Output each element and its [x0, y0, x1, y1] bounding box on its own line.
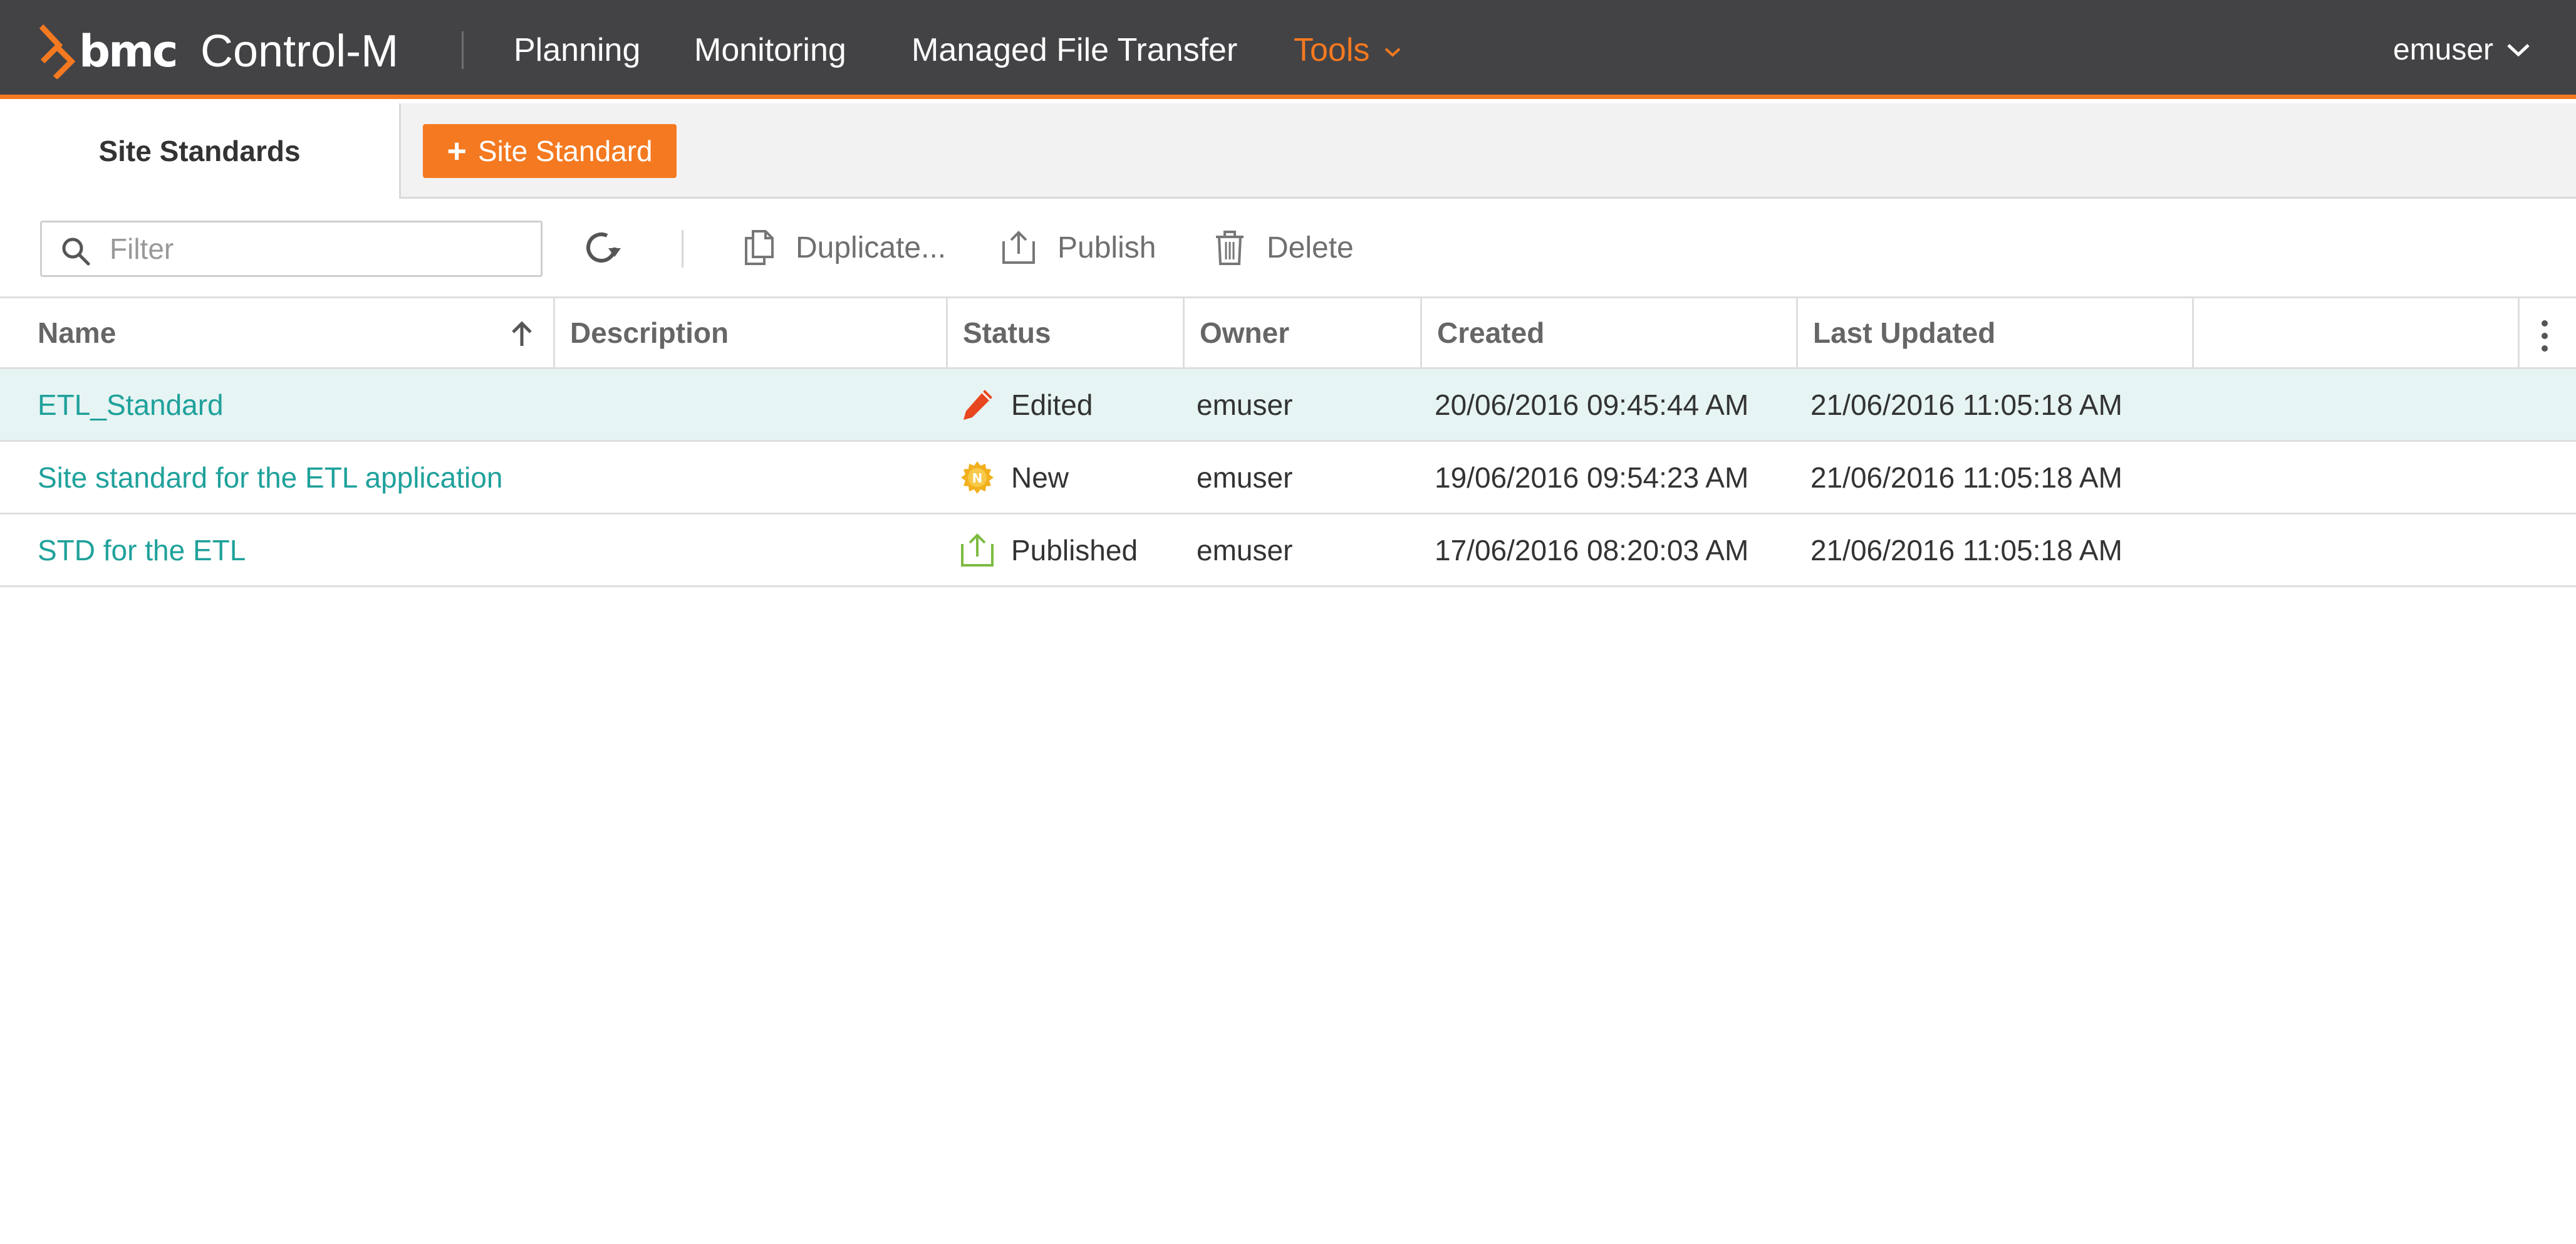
publish-button[interactable]: Publish: [1001, 226, 1156, 269]
column-header-label: Description: [570, 316, 729, 349]
row-status-label: Edited: [1011, 388, 1093, 421]
row-last-updated: 21/06/2016 11:05:18 AM: [1810, 461, 2122, 494]
published-icon: [961, 533, 994, 567]
svg-text:N: N: [972, 471, 983, 486]
column-header-status[interactable]: Status: [948, 298, 1185, 367]
top-navigation-bar: bmc Control-M Planning Monitoring Manage…: [0, 0, 2576, 99]
row-created: 19/06/2016 09:54:23 AM: [1435, 461, 1749, 494]
nav-monitoring[interactable]: Monitoring: [694, 30, 846, 70]
row-status: N New: [960, 442, 1069, 513]
row-name-link[interactable]: Site standard for the ETL application: [38, 442, 502, 513]
row-owner: emuser: [1197, 533, 1293, 567]
publish-label: Publish: [1057, 231, 1156, 264]
new-badge-icon: N: [961, 461, 994, 494]
bmc-chevron-logo-icon: [39, 24, 75, 79]
chevron-down-icon: [1384, 48, 1401, 57]
trash-icon: [1216, 231, 1244, 265]
row-created: 20/06/2016 09:45:44 AM: [1435, 388, 1749, 421]
pencil-icon: [963, 389, 992, 420]
column-header-empty: [2194, 298, 2520, 367]
nav-divider: [462, 31, 464, 69]
plus-icon: +: [447, 132, 467, 170]
nav-tools[interactable]: Tools: [1294, 30, 1401, 70]
column-header-label: Created: [1437, 316, 1545, 349]
duplicate-icon: [745, 230, 774, 265]
column-header-label: Last Updated: [1813, 316, 1996, 349]
row-name-link[interactable]: STD for the ETL: [38, 515, 246, 585]
search-icon: [62, 238, 90, 266]
add-button-label: Site Standard: [477, 135, 653, 167]
column-menu-kebab-icon[interactable]: [2538, 317, 2551, 355]
column-header-description[interactable]: Description: [555, 298, 948, 367]
filter-box[interactable]: [40, 221, 543, 277]
row-last-updated: 21/06/2016 11:05:18 AM: [1810, 388, 2122, 421]
column-header-owner[interactable]: Owner: [1185, 298, 1422, 367]
grid-header: Name Description Status Owner Created La…: [0, 296, 2576, 369]
row-status: Published: [960, 515, 1138, 585]
toolbar-divider: [682, 230, 683, 268]
row-status-label: New: [1011, 461, 1069, 494]
filter-input[interactable]: [110, 229, 523, 269]
brand-text: bmc: [79, 26, 179, 77]
row-owner: emuser: [1197, 388, 1293, 421]
delete-label: Delete: [1267, 231, 1354, 264]
column-header-created[interactable]: Created: [1422, 298, 1798, 367]
tab-strip: Site Standards + Site Standard: [0, 103, 2576, 201]
column-header-name[interactable]: Name: [0, 298, 555, 367]
nav-planning[interactable]: Planning: [514, 30, 640, 70]
column-header-last-updated[interactable]: Last Updated: [1798, 298, 2194, 367]
sort-ascending-icon[interactable]: [509, 320, 534, 347]
column-header-label: Status: [963, 316, 1051, 349]
product-title: Control-M: [200, 26, 399, 76]
tab-site-standards[interactable]: Site Standards: [0, 103, 401, 201]
chevron-down-icon: [2507, 44, 2530, 57]
publish-icon: [1002, 231, 1035, 264]
column-header-label: Owner: [1200, 316, 1290, 349]
row-last-updated: 21/06/2016 11:05:18 AM: [1810, 533, 2122, 567]
toolbar: Duplicate... Publish Delete: [0, 201, 2576, 298]
table-row[interactable]: ETL_Standard Edited emuser 20/06/2016 09…: [0, 369, 2576, 442]
table-row[interactable]: Site standard for the ETL application N …: [0, 442, 2576, 515]
row-created: 17/06/2016 08:20:03 AM: [1435, 533, 1749, 567]
row-status: Edited: [960, 369, 1093, 440]
table-row[interactable]: STD for the ETL Published emuser 17/06/2…: [0, 515, 2576, 587]
delete-button[interactable]: Delete: [1214, 226, 1354, 269]
row-owner: emuser: [1197, 461, 1293, 494]
user-menu[interactable]: emuser: [2393, 30, 2531, 70]
refresh-icon[interactable]: [579, 226, 623, 269]
column-header-label: Name: [38, 316, 117, 349]
bmc-logo[interactable]: bmc: [38, 24, 179, 79]
duplicate-label: Duplicate...: [796, 231, 947, 264]
add-site-standard-button[interactable]: + Site Standard: [423, 124, 677, 178]
nav-tools-label: Tools: [1294, 32, 1370, 68]
nav-managed-file-transfer[interactable]: Managed File Transfer: [911, 30, 1237, 70]
row-name-link[interactable]: ETL_Standard: [38, 369, 224, 440]
row-status-label: Published: [1011, 533, 1138, 567]
user-name: emuser: [2392, 33, 2493, 66]
duplicate-button[interactable]: Duplicate...: [744, 226, 946, 269]
